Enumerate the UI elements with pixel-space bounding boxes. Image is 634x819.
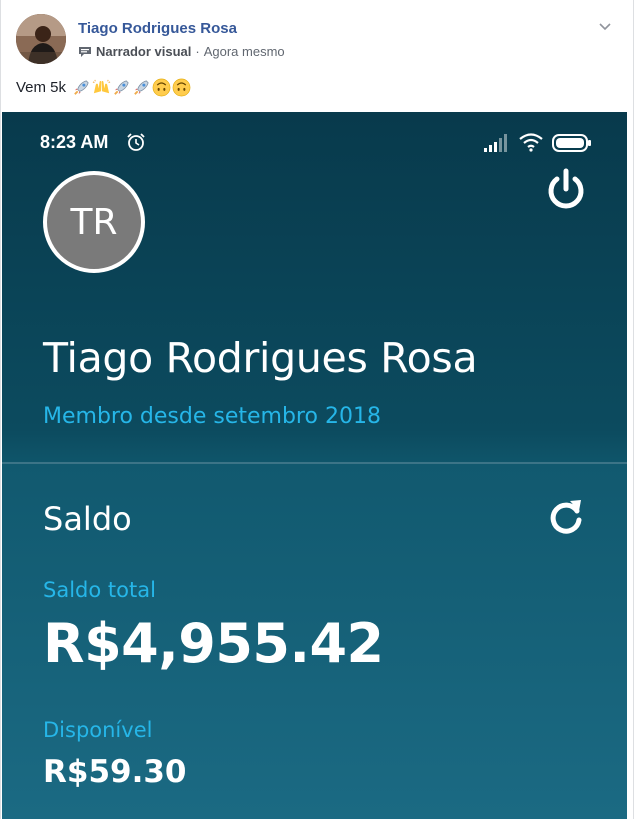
facebook-post: Tiago Rodrigues Rosa Narrador visual · A… xyxy=(0,0,634,819)
refresh-icon[interactable] xyxy=(544,494,588,538)
author-avatar[interactable] xyxy=(16,14,66,64)
total-balance-label: Saldo total xyxy=(43,578,156,602)
attached-screenshot[interactable]: 8:23 AM TR Tiago Rodrigues Rosa Membro d… xyxy=(2,112,627,819)
member-since: Membro desde setembro 2018 xyxy=(43,404,381,429)
rocket-icon xyxy=(74,80,89,95)
post-header: Tiago Rodrigues Rosa Narrador visual · A… xyxy=(16,14,616,66)
available-balance-value: R$59.30 xyxy=(43,754,187,790)
profile-name: Tiago Rodrigues Rosa xyxy=(43,334,478,382)
post-timestamp[interactable]: Agora mesmo xyxy=(204,44,285,59)
rocket-icon xyxy=(134,80,149,95)
signal-icon xyxy=(484,134,507,152)
meta-separator: · xyxy=(195,44,200,59)
balance-title: Saldo xyxy=(43,500,132,538)
raising-hands-icon xyxy=(92,79,111,94)
available-balance-label: Disponível xyxy=(43,718,153,742)
wifi-icon xyxy=(519,133,543,152)
post-meta: Narrador visual · Agora mesmo xyxy=(78,44,285,59)
chevron-down-icon[interactable] xyxy=(597,18,613,34)
context-label[interactable]: Narrador visual xyxy=(96,44,191,59)
upside-down-face-icon xyxy=(152,78,171,97)
status-time: 8:23 AM xyxy=(40,132,109,152)
phone-status-bar: 8:23 AM xyxy=(40,132,600,156)
total-balance-value: R$4,955.42 xyxy=(43,612,384,675)
author-name[interactable]: Tiago Rodrigues Rosa xyxy=(78,20,237,37)
post-message: Vem 5k xyxy=(16,79,67,96)
power-icon[interactable] xyxy=(544,168,588,212)
post-text: Vem 5k xyxy=(16,78,191,97)
rocket-icon xyxy=(114,80,129,95)
speech-bubble-icon xyxy=(79,46,91,57)
upside-down-face-icon xyxy=(172,78,191,97)
alarm-icon xyxy=(127,133,145,151)
profile-avatar: TR xyxy=(43,171,145,273)
battery-icon xyxy=(552,134,591,152)
section-divider xyxy=(2,462,627,464)
avatar-photo xyxy=(16,14,66,64)
